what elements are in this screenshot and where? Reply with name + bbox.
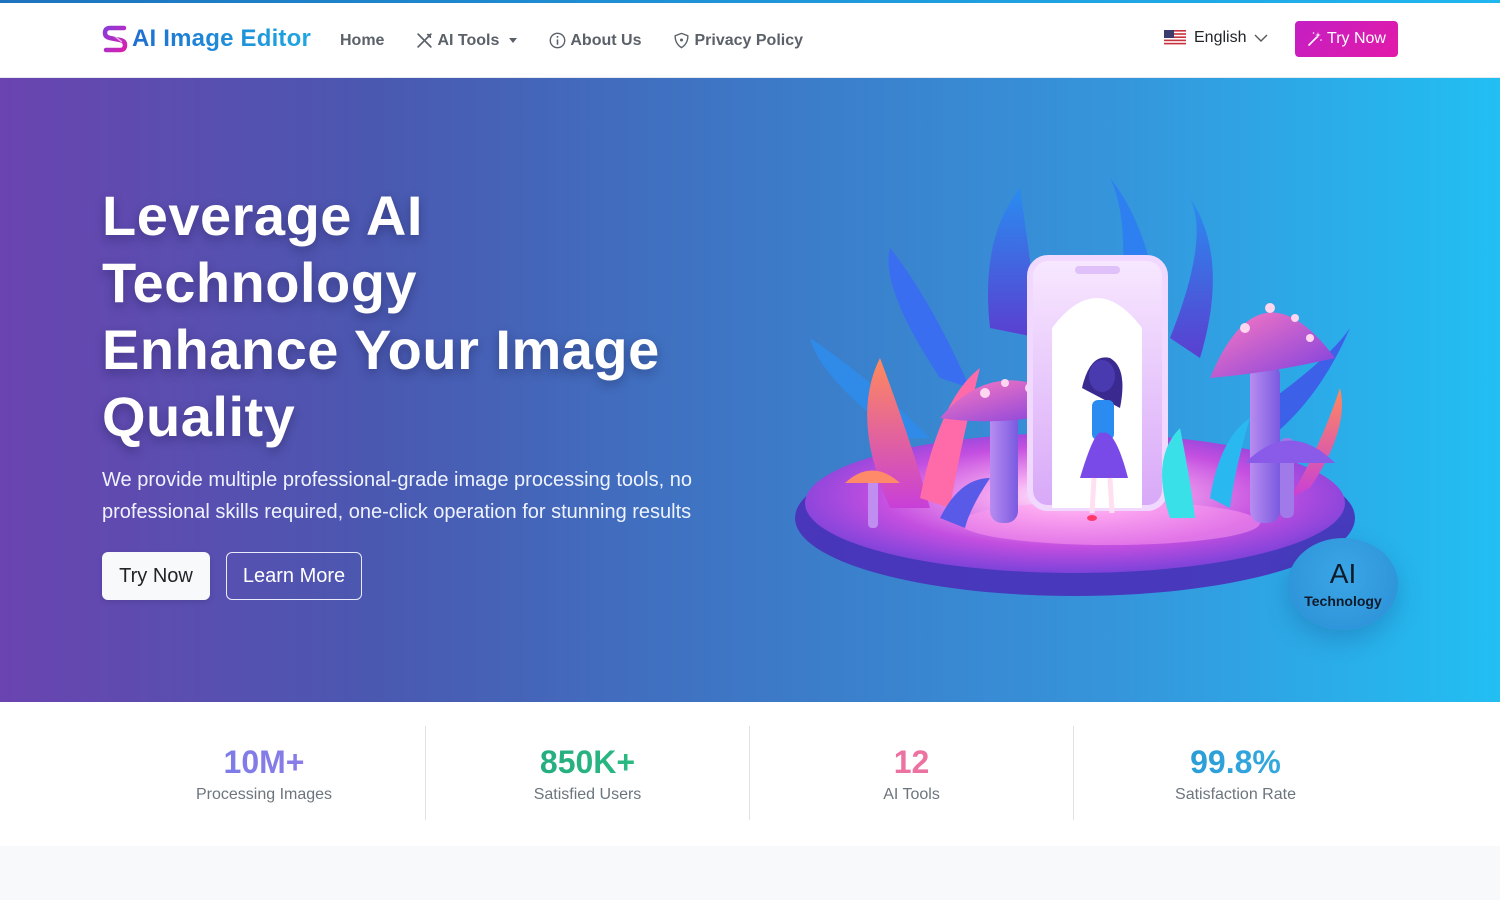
stat-value: 850K+ xyxy=(426,744,749,780)
stat-value: 10M+ xyxy=(102,744,426,780)
stat-label: Satisfied Users xyxy=(533,786,642,803)
stat-label: Processing Images xyxy=(195,786,333,803)
magic-wand-icon xyxy=(1308,32,1322,46)
ai-technology-badge: AI Technology xyxy=(1288,538,1398,630)
stat-processing-images: 10M+ Processing Images xyxy=(102,726,426,820)
hero-learn-more-button[interactable]: Learn More xyxy=(226,552,362,600)
brand-logo-icon xyxy=(102,25,128,53)
navbar: AI Image Editor Home AI Tools About Us P… xyxy=(0,3,1500,78)
shield-icon xyxy=(674,32,690,49)
nav-try-now-label: Try Now xyxy=(1327,30,1386,47)
stat-satisfied-users: 850K+ Satisfied Users xyxy=(425,726,749,820)
nav-privacy-policy[interactable]: Privacy Policy xyxy=(673,32,803,50)
stat-ai-tools: 12 AI Tools xyxy=(749,726,1073,820)
stat-label: AI Tools xyxy=(883,786,940,803)
chevron-down-icon xyxy=(1254,34,1268,42)
hero-title-line-2: Technology xyxy=(102,251,418,314)
stats-section: 10M+ Processing Images 850K+ Satisfied U… xyxy=(0,702,1500,846)
stat-label: Satisfaction Rate xyxy=(1175,786,1296,803)
hero-illustration xyxy=(795,178,1355,596)
chevron-down-icon xyxy=(509,38,518,43)
nav-ai-tools-label: AI Tools xyxy=(437,31,500,49)
nav-about-us-label: About Us xyxy=(570,31,642,49)
hero-title-line-4: Quality xyxy=(102,385,296,448)
us-flag-icon xyxy=(1164,30,1186,46)
hero-title-line-3: Enhance Your Image xyxy=(102,318,660,381)
nav-ai-tools-dropdown[interactable]: AI Tools xyxy=(416,31,518,50)
ai-badge-subtitle: Technology xyxy=(1304,593,1382,609)
nav-home[interactable]: Home xyxy=(340,32,384,50)
ai-badge-title: AI xyxy=(1329,558,1357,589)
hero-title: Leverage AI Technology Enhance Your Imag… xyxy=(102,182,742,450)
language-label: English xyxy=(1194,29,1247,46)
stat-value: 12 xyxy=(750,744,1073,780)
language-selector[interactable]: English xyxy=(1164,29,1268,47)
hero-section: Leverage AI Technology Enhance Your Imag… xyxy=(0,78,1500,702)
stat-satisfaction-rate: 99.8% Satisfaction Rate xyxy=(1073,726,1397,820)
brand-name: AI Image Editor xyxy=(132,25,312,52)
tools-icon xyxy=(417,33,433,48)
nav-links: Home AI Tools About Us Privacy Policy xyxy=(340,3,835,78)
hero-title-line-1: Leverage AI xyxy=(102,184,423,247)
hero-subtitle: We provide multiple professional-grade i… xyxy=(102,469,692,523)
nav-about-us[interactable]: About Us xyxy=(549,32,641,50)
nav-home-label: Home xyxy=(340,31,385,49)
info-circle-icon xyxy=(549,32,566,49)
nav-privacy-policy-label: Privacy Policy xyxy=(694,31,803,49)
nav-try-now-button[interactable]: Try Now xyxy=(1295,21,1398,57)
stat-value: 99.8% xyxy=(1074,744,1397,780)
next-section-background xyxy=(0,846,1500,900)
hero-try-now-button[interactable]: Try Now xyxy=(102,552,210,600)
brand-link[interactable]: AI Image Editor xyxy=(102,25,311,53)
